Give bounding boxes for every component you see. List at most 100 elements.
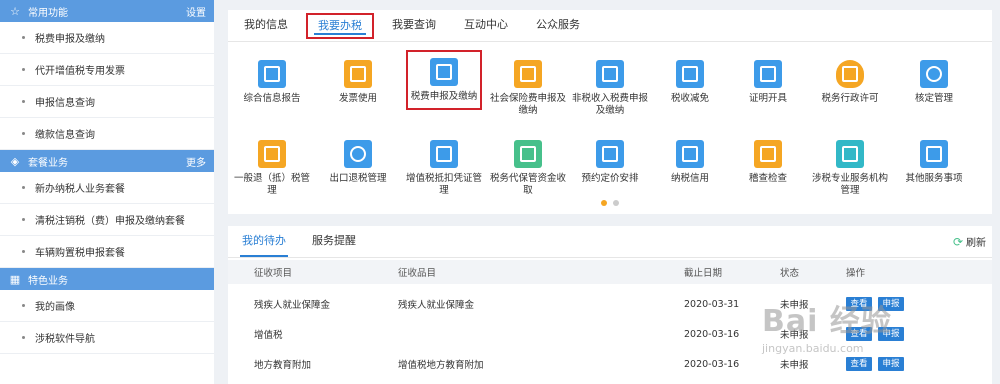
sidebar-item[interactable]: 税费申报及缴纳 <box>0 22 214 54</box>
sidebar-item[interactable]: 车辆购置税申报套餐 <box>0 236 214 268</box>
sidebar-item[interactable]: 涉税软件导航 <box>0 322 214 354</box>
cell-subitem: 残疾人就业保障金 <box>398 300 475 311</box>
sidebar-section-title: 常用功能 <box>28 7 68 19</box>
service-item[interactable]: 税务行政许可 <box>810 60 890 105</box>
cell-date: 2020-03-16 <box>684 358 740 370</box>
service-item[interactable]: 纳税信用 <box>650 140 730 185</box>
bullet-icon <box>22 218 25 221</box>
service-label: 出口退税管理 <box>329 173 387 184</box>
settings-link[interactable]: 设置 <box>186 4 206 19</box>
service-panel: 我的信息 我要办税 我要查询 互动中心 公众服务 综合信息报告 发票使用 税费申… <box>228 10 992 214</box>
pager-dots <box>228 198 992 209</box>
gear-icon <box>344 140 372 168</box>
refresh-button[interactable]: ⟳ 刷新 <box>952 234 986 250</box>
sidebar-item-label: 代开增值税专用发票 <box>35 66 125 77</box>
declare-button[interactable]: 申报 <box>878 357 904 371</box>
table-row: 残疾人就业保障金 残疾人就业保障金 2020-03-31 未申报 查看 申报 <box>228 290 992 318</box>
cell-subitem: 增值税地方教育附加 <box>398 360 484 371</box>
sidebar-item-label: 我的画像 <box>35 302 75 313</box>
grid-icon: ▦ <box>9 272 21 286</box>
service-item[interactable]: 非税收入税费申报及缴纳 <box>570 60 650 117</box>
id-card-icon <box>596 140 624 168</box>
card-icon <box>430 58 458 86</box>
refresh-label: 刷新 <box>966 238 986 249</box>
cell-actions: 查看 申报 <box>846 290 910 318</box>
service-item[interactable]: 证明开具 <box>728 60 808 105</box>
tab-public-service[interactable]: 公众服务 <box>526 9 590 41</box>
column-header: 操作 <box>846 268 866 279</box>
table-row: 地方教育附加 增值税地方教育附加 2020-03-16 未申报 查看 申报 <box>228 350 992 378</box>
service-item[interactable]: 税收减免 <box>650 60 730 105</box>
service-label: 其他服务事项 <box>905 173 963 184</box>
sidebar-section-header: ▦ 特色业务 <box>0 268 214 290</box>
column-header: 截止日期 <box>684 268 723 279</box>
more-link[interactable]: 更多 <box>186 154 206 169</box>
calendar-icon <box>514 60 542 88</box>
pie-chart-icon <box>920 60 948 88</box>
cell-actions: 查看 申报 <box>846 320 910 348</box>
bullet-icon <box>22 100 25 103</box>
service-label: 综合信息报告 <box>243 93 301 104</box>
view-button[interactable]: 查看 <box>846 327 872 341</box>
cell-status: 未申报 <box>780 360 809 371</box>
service-item[interactable]: 预约定价安排 <box>570 140 650 185</box>
cell-date: 2020-03-31 <box>684 298 740 310</box>
refresh-icon: ⟳ <box>952 234 963 249</box>
bullet-icon <box>22 250 25 253</box>
sidebar-item[interactable]: 缴款信息查询 <box>0 118 214 150</box>
service-item[interactable]: 增值税抵扣凭证管理 <box>404 140 484 197</box>
tab-my-todo[interactable]: 我的待办 <box>234 225 294 257</box>
service-item[interactable]: 出口退税管理 <box>318 140 398 185</box>
sidebar-item[interactable]: 清税注销税（费）申报及缴纳套餐 <box>0 204 214 236</box>
pager-dot[interactable] <box>613 200 619 206</box>
refund-icon <box>258 140 286 168</box>
sidebar-item[interactable]: 新办纳税人业务套餐 <box>0 172 214 204</box>
check-icon <box>676 140 704 168</box>
service-item[interactable]: 稽查检查 <box>728 140 808 185</box>
document-icon <box>676 60 704 88</box>
bullet-icon <box>22 132 25 135</box>
service-item[interactable]: 其他服务事项 <box>894 140 974 185</box>
tab-query[interactable]: 我要查询 <box>382 9 446 41</box>
service-label: 增值税抵扣凭证管理 <box>405 173 482 196</box>
cell-date: 2020-03-16 <box>684 328 740 340</box>
tab-my-info[interactable]: 我的信息 <box>234 9 298 41</box>
pager-dot-active[interactable] <box>601 200 607 206</box>
service-item[interactable]: 涉税专业服务机构管理 <box>810 140 890 197</box>
view-button[interactable]: 查看 <box>846 297 872 311</box>
bullet-icon <box>22 336 25 339</box>
service-item[interactable]: 发票使用 <box>318 60 398 105</box>
service-item-tax-filing[interactable]: 税费申报及缴纳 <box>406 50 482 110</box>
bullet-icon <box>22 68 25 71</box>
report-icon <box>258 60 286 88</box>
service-item[interactable]: 一般退（抵）税管理 <box>232 140 312 197</box>
tab-interaction[interactable]: 互动中心 <box>454 9 518 41</box>
declare-button[interactable]: 申报 <box>878 297 904 311</box>
search-doc-icon <box>920 140 948 168</box>
view-button[interactable]: 查看 <box>846 357 872 371</box>
service-item[interactable]: 核定管理 <box>894 60 974 105</box>
service-item[interactable]: 综合信息报告 <box>232 60 312 105</box>
wallet-icon <box>514 140 542 168</box>
service-item[interactable]: 税务代保管资金收取 <box>488 140 568 197</box>
sidebar-item-label: 清税注销税（费）申报及缴纳套餐 <box>35 216 185 227</box>
service-item[interactable]: 社会保险费申报及缴纳 <box>488 60 568 117</box>
tab-service-reminder[interactable]: 服务提醒 <box>304 225 364 257</box>
sidebar-item[interactable]: 申报信息查询 <box>0 86 214 118</box>
top-tabs: 我的信息 我要办税 我要查询 互动中心 公众服务 <box>228 10 992 42</box>
service-label: 一般退（抵）税管理 <box>233 173 310 196</box>
declare-button[interactable]: 申报 <box>878 327 904 341</box>
column-header: 状态 <box>780 268 800 279</box>
service-label: 核定管理 <box>914 93 953 104</box>
bottom-tabs: 我的待办 服务提醒 ⟳ 刷新 <box>228 226 992 258</box>
todo-panel: 我的待办 服务提醒 ⟳ 刷新 征收项目 征收品目 截止日期 状态 操作 残疾人就… <box>228 226 992 384</box>
sidebar: ☆ 常用功能 设置 税费申报及缴纳 代开增值税专用发票 申报信息查询 缴款信息查… <box>0 0 214 384</box>
sidebar-item[interactable]: 代开增值税专用发票 <box>0 54 214 86</box>
tab-tax-handling[interactable]: 我要办税 <box>306 13 374 39</box>
shield-icon <box>836 60 864 88</box>
sidebar-section-header: ◈ 套餐业务 更多 <box>0 150 214 172</box>
table-header: 征收项目 征收品目 截止日期 状态 操作 <box>228 260 992 284</box>
sidebar-item-label: 新办纳税人业务套餐 <box>35 184 125 195</box>
service-label: 税收减免 <box>670 93 709 104</box>
sidebar-item[interactable]: 我的画像 <box>0 290 214 322</box>
